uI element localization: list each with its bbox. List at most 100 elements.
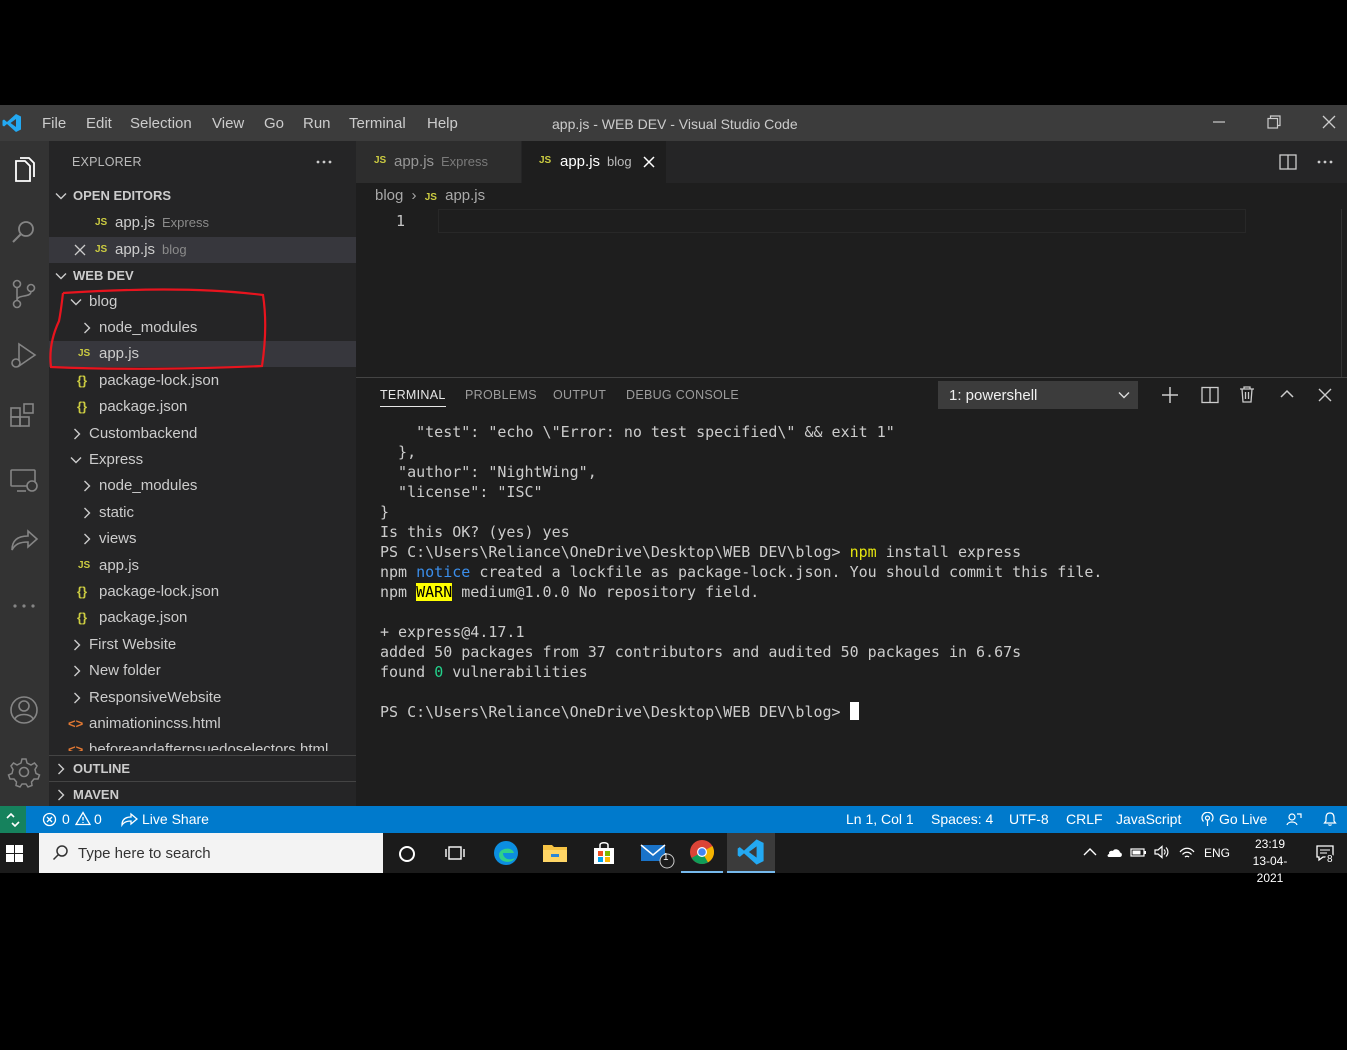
chevron-up-icon[interactable] <box>1083 847 1097 857</box>
split-editor-icon[interactable] <box>1279 154 1297 170</box>
html-file-icon: <> <box>68 742 84 751</box>
terminal-output[interactable]: "test": "echo \"Error: no test specified… <box>380 422 1102 722</box>
plus-icon[interactable] <box>1161 386 1179 404</box>
tree-item-beforeandafter[interactable]: <> beforeandafterpsuedoselectors.html <box>49 737 356 751</box>
store-icon[interactable] <box>588 837 620 869</box>
terminal-select[interactable]: 1: powershell <box>938 381 1138 409</box>
battery-icon[interactable] <box>1129 845 1147 859</box>
tree-item-label: static <box>99 504 135 521</box>
tree-item-new-folder[interactable]: New folder <box>49 658 356 684</box>
cursor-position[interactable]: Ln 1, Col 1 <box>846 811 914 827</box>
source-control-icon <box>12 279 36 309</box>
run-debug-activity[interactable] <box>4 336 44 376</box>
more-activity[interactable] <box>4 586 44 626</box>
volume-icon[interactable] <box>1153 844 1169 860</box>
file-explorer-icon[interactable] <box>539 837 571 869</box>
tab-debug-console[interactable]: DEBUG CONSOLE <box>626 388 739 402</box>
tree-item-package-lock[interactable]: {} package-lock.json <box>49 579 356 605</box>
minimize-button[interactable] <box>1205 109 1233 137</box>
cortana-icon[interactable] <box>398 845 416 863</box>
live-share-button[interactable]: Live Share <box>121 806 216 833</box>
error-count: 0 <box>62 811 70 827</box>
tab-app-js-express[interactable]: JS app.js Express <box>356 141 521 183</box>
menu-view[interactable]: View <box>212 115 244 132</box>
chrome-taskbar-item[interactable] <box>681 833 723 873</box>
tab-app-js-blog[interactable]: JS app.js blog <box>522 141 666 183</box>
tab-terminal[interactable]: TERMINAL <box>380 388 446 407</box>
explorer-sidebar: EXPLORER OPEN EDITORS JS app.js Express … <box>49 141 356 806</box>
taskbar-search-box[interactable]: Type here to search <box>39 833 383 873</box>
go-live-button[interactable]: Go Live <box>1200 806 1272 833</box>
chevron-down-icon <box>1118 392 1130 399</box>
manage-activity[interactable] <box>4 752 44 792</box>
task-view-icon[interactable] <box>445 844 465 862</box>
tree-item-static[interactable]: static <box>49 500 356 526</box>
vscode-logo-icon <box>2 114 21 132</box>
tree-item-first-website[interactable]: First Website <box>49 632 356 658</box>
tree-item-custombackend[interactable]: Custombackend <box>49 421 356 447</box>
tree-item-node-modules[interactable]: node_modules <box>49 473 356 499</box>
accounts-activity[interactable] <box>4 690 44 730</box>
close-icon[interactable] <box>1318 388 1332 402</box>
source-control-activity[interactable] <box>4 274 44 314</box>
menu-file[interactable]: File <box>42 115 66 132</box>
outline-header[interactable]: OUTLINE <box>49 755 356 781</box>
remote-explorer-activity[interactable] <box>4 460 44 500</box>
line-ending[interactable]: CRLF <box>1066 811 1103 827</box>
tree-item-responsive-website[interactable]: ResponsiveWebsite <box>49 685 356 711</box>
current-line-highlight[interactable] <box>438 209 1246 233</box>
menu-terminal[interactable]: Terminal <box>349 115 406 132</box>
bell-icon[interactable] <box>1322 811 1338 827</box>
encoding[interactable]: UTF-8 <box>1009 811 1049 827</box>
close-window-button[interactable] <box>1315 109 1343 137</box>
tree-item-package-json[interactable]: {} package.json <box>49 605 356 631</box>
menu-edit[interactable]: Edit <box>86 115 112 132</box>
explorer-activity[interactable] <box>4 150 44 190</box>
windows-start-icon[interactable] <box>6 845 23 862</box>
editor-tabs: JS app.js Express JS app.js blog <box>356 141 1347 183</box>
menu-help[interactable]: Help <box>427 115 458 132</box>
chevron-up-icon[interactable] <box>1279 388 1295 400</box>
trash-icon[interactable] <box>1239 385 1255 403</box>
minimize-icon <box>1213 121 1225 123</box>
close-icon[interactable] <box>643 156 655 168</box>
menu-go[interactable]: Go <box>264 115 284 132</box>
indentation[interactable]: Spaces: 4 <box>931 811 993 827</box>
tab-output[interactable]: OUTPUT <box>553 388 606 402</box>
notification-badge: 8 <box>1325 854 1335 865</box>
maven-header[interactable]: MAVEN <box>49 781 356 807</box>
account-icon <box>10 696 38 724</box>
live-share-activity[interactable] <box>4 522 44 562</box>
terminal-cursor <box>849 702 859 720</box>
search-activity[interactable] <box>4 212 44 252</box>
split-terminal-icon[interactable] <box>1201 386 1219 404</box>
mail-icon[interactable] <box>638 837 676 869</box>
onedrive-icon[interactable] <box>1105 845 1123 859</box>
tree-item-app-js[interactable]: JS app.js <box>49 553 356 579</box>
clock-date: 13-04-2021 <box>1252 854 1288 885</box>
restore-button[interactable] <box>1260 109 1288 137</box>
menu-run[interactable]: Run <box>303 115 331 132</box>
extensions-activity[interactable] <box>4 398 44 438</box>
editor-area: JS app.js Express JS app.js blog blog › … <box>356 141 1347 377</box>
language-mode[interactable]: JavaScript <box>1116 811 1181 827</box>
tree-item-views[interactable]: views <box>49 526 356 552</box>
clock[interactable]: 23:19 13-04-2021 <box>1240 836 1300 887</box>
tree-item-label: package-lock.json <box>99 583 220 600</box>
activity-bar <box>0 141 49 806</box>
wifi-icon[interactable] <box>1178 844 1196 860</box>
breadcrumb-file[interactable]: app.js <box>445 187 485 204</box>
input-language[interactable]: ENG <box>1204 846 1230 860</box>
tree-item-express[interactable]: Express <box>49 447 356 473</box>
breadcrumb-separator-icon: › <box>411 187 417 204</box>
ellipsis-icon[interactable] <box>1316 155 1334 169</box>
vscode-taskbar-item[interactable] <box>727 833 775 873</box>
search-icon <box>12 221 34 243</box>
tab-problems[interactable]: PROBLEMS <box>465 388 537 402</box>
menu-selection[interactable]: Selection <box>130 115 192 132</box>
remote-indicator[interactable] <box>0 806 26 833</box>
breadcrumb-folder[interactable]: blog <box>375 187 403 204</box>
feedback-icon[interactable] <box>1286 812 1302 827</box>
tree-item-animationincss[interactable]: <> animationincss.html <box>49 711 356 737</box>
edge-icon[interactable] <box>490 837 522 869</box>
